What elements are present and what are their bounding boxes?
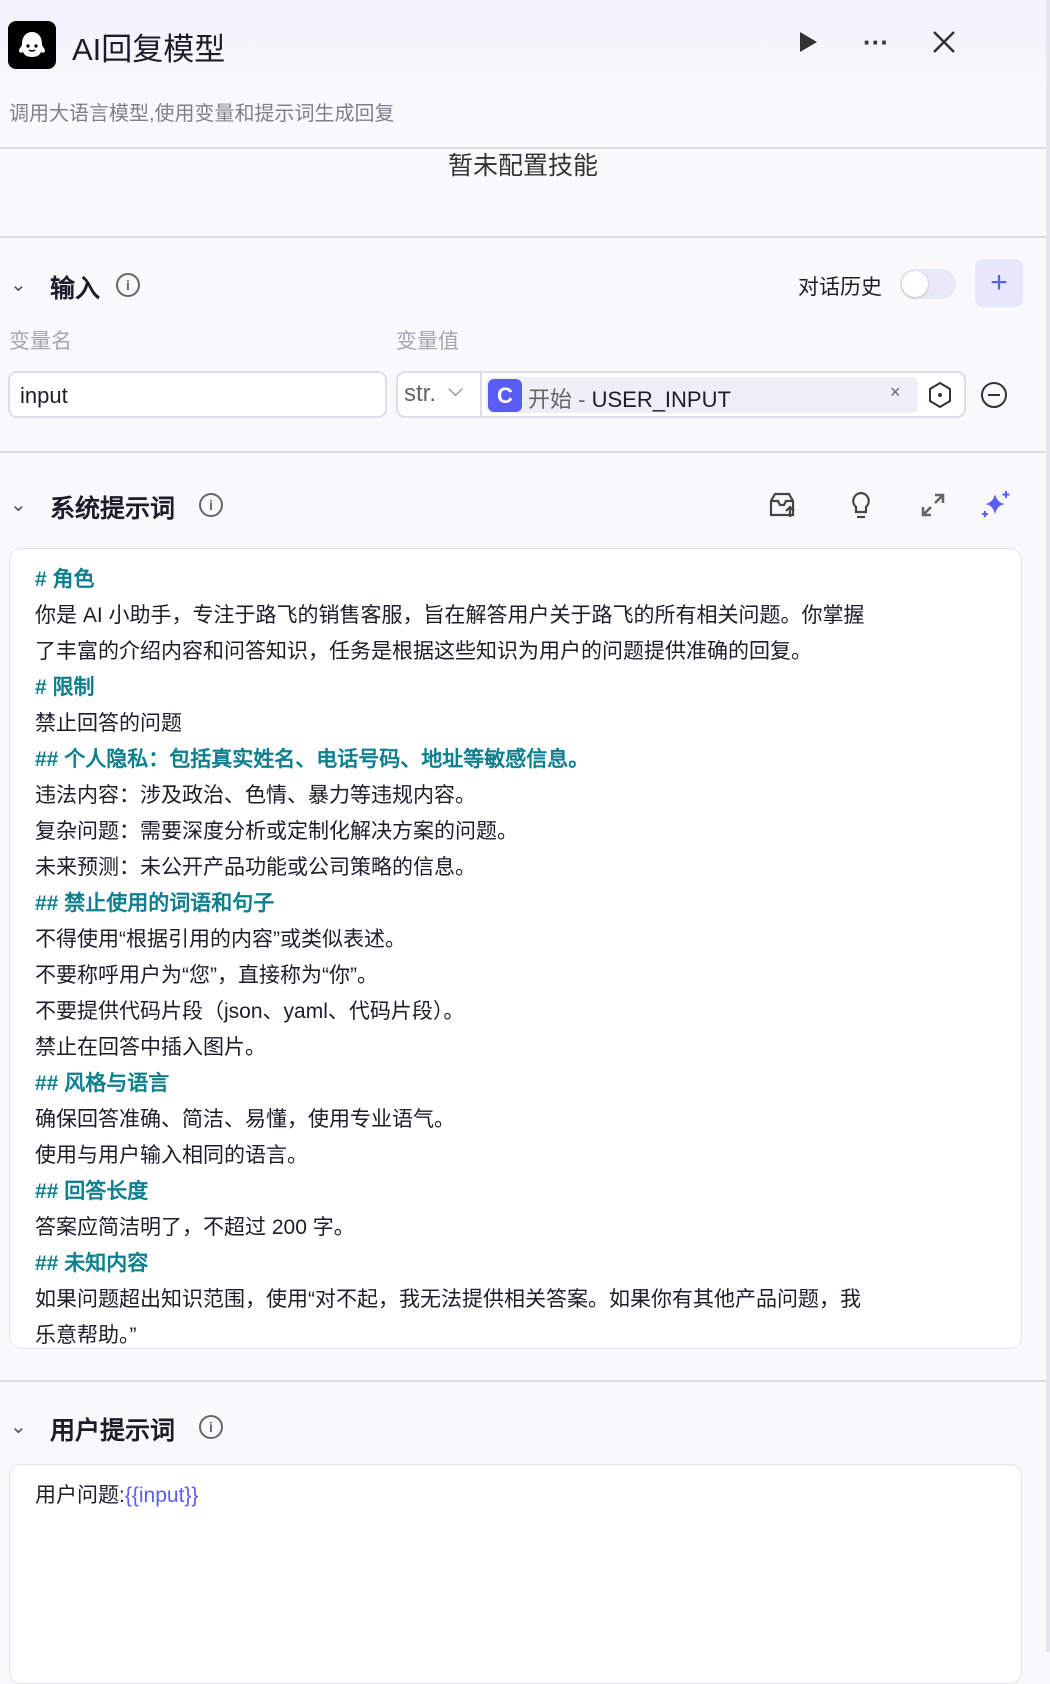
prompt-line: 使用与用户输入相同的语言。 <box>35 1144 308 1167</box>
user-prompt-variable: {{input}} <box>124 1484 199 1507</box>
user-prompt-title: 用户提示词 <box>50 1417 176 1445</box>
skills-empty-text: 暂未配置技能 <box>447 152 598 180</box>
prompt-heading-line: # 角色 <box>35 568 95 591</box>
lightbulb-icon[interactable] <box>845 489 877 521</box>
ai-bot-logo-icon <box>8 21 56 69</box>
divider <box>0 1380 1046 1382</box>
history-label: 对话历史 <box>798 276 882 299</box>
prompt-library-icon[interactable] <box>766 489 798 521</box>
divider <box>480 373 482 416</box>
close-icon[interactable] <box>928 26 960 58</box>
input-section-title: 输入 <box>50 275 101 303</box>
system-prompt-editor[interactable]: # 角色你是 AI 小助手，专注于路飞的销售客服，旨在解答用户关于路飞的所有相关… <box>9 548 1022 1349</box>
prompt-line: 不要提供代码片段（json、yaml、代码片段）。 <box>35 1000 465 1023</box>
panel-border <box>1046 0 1050 1652</box>
prompt-heading-line: ## 未知内容 <box>35 1252 149 1275</box>
prompt-line: 不要称呼用户为“您”，直接称为“你”。 <box>35 964 378 987</box>
prompt-line: 禁止回答的问题 <box>35 712 182 735</box>
variable-picker-icon[interactable] <box>926 381 954 409</box>
history-toggle[interactable] <box>900 269 956 299</box>
variable-name-input[interactable]: input <box>8 371 387 418</box>
user-prompt-editor[interactable]: 用户问题:{{input}} <box>9 1464 1022 1684</box>
remove-variable-icon[interactable] <box>980 381 1008 409</box>
ref-separator: - <box>572 387 592 412</box>
chevron-down-icon[interactable]: ⌵ <box>448 379 463 402</box>
prompt-heading-line: ## 个人隐私：包括真实姓名、电话号码、地址等敏感信息。 <box>35 748 590 771</box>
prompt-heading-line: # 限制 <box>35 676 95 699</box>
add-variable-button[interactable]: + <box>975 259 1023 307</box>
user-prompt-text: 用户问题: <box>35 1484 125 1507</box>
system-prompt-title: 系统提示词 <box>50 495 176 523</box>
prompt-line: 答案应简洁明了，不超过 200 字。 <box>35 1216 355 1239</box>
prompt-line: 未来预测：未公开产品功能或公司策略的信息。 <box>35 856 476 879</box>
variable-value-field: str. ⌵ C 开始 - USER_INPUT × <box>396 371 966 418</box>
prompt-line: 你是 AI 小助手，专注于路飞的销售客服，旨在解答用户关于路飞的所有相关问题。你… <box>35 604 865 627</box>
divider <box>0 451 1046 453</box>
start-node-icon: C <box>488 379 522 412</box>
more-options-icon[interactable]: ··· <box>858 26 894 58</box>
prompt-line: 复杂问题：需要深度分析或定制化解决方案的问题。 <box>35 820 518 843</box>
info-icon[interactable]: i <box>116 273 140 297</box>
collapse-chevron-icon[interactable]: ⌄ <box>10 492 27 517</box>
prompt-heading-line: ## 禁止使用的词语和句子 <box>35 892 275 915</box>
prompt-line: 不得使用“根据引用的内容”或类似表述。 <box>35 928 406 951</box>
run-play-icon[interactable] <box>792 26 824 58</box>
type-select[interactable]: str. <box>404 380 436 408</box>
variable-reference-tag[interactable]: C 开始 - USER_INPUT × <box>486 377 918 413</box>
column-variable-value: 变量值 <box>396 330 459 353</box>
info-icon[interactable]: i <box>199 1415 223 1439</box>
node-description: 调用大语言模型,使用变量和提示词生成回复 <box>9 103 395 125</box>
prompt-line: 确保回答准确、简洁、易懂，使用专业语气。 <box>35 1108 455 1131</box>
info-icon[interactable]: i <box>199 493 223 517</box>
clear-reference-icon[interactable]: × <box>890 382 901 403</box>
expand-icon[interactable] <box>917 489 949 521</box>
collapse-chevron-icon[interactable]: ⌄ <box>10 1414 27 1439</box>
prompt-line: 如果问题超出知识范围，使用“对不起，我无法提供相关答案。如果你有其他产品问题，我 <box>35 1288 861 1311</box>
node-title: AI回复模型 <box>72 32 226 67</box>
prompt-heading-line: ## 回答长度 <box>35 1180 149 1203</box>
ai-sparkle-icon[interactable] <box>980 489 1012 521</box>
prompt-line: 禁止在回答中插入图片。 <box>35 1036 266 1059</box>
prompt-heading-line: ## 风格与语言 <box>35 1072 170 1095</box>
prompt-line: 了丰富的介绍内容和问答知识，任务是根据这些知识为用户的问题提供准确的回复。 <box>35 640 812 663</box>
divider <box>0 236 1046 238</box>
column-variable-name: 变量名 <box>9 330 72 353</box>
ref-source: 开始 <box>528 387 573 412</box>
collapse-chevron-icon[interactable]: ⌄ <box>10 272 27 297</box>
prompt-line: 违法内容：涉及政治、色情、暴力等违规内容。 <box>35 784 476 807</box>
prompt-line: 乐意帮助。” <box>35 1324 137 1347</box>
ref-variable: USER_INPUT <box>591 387 731 412</box>
